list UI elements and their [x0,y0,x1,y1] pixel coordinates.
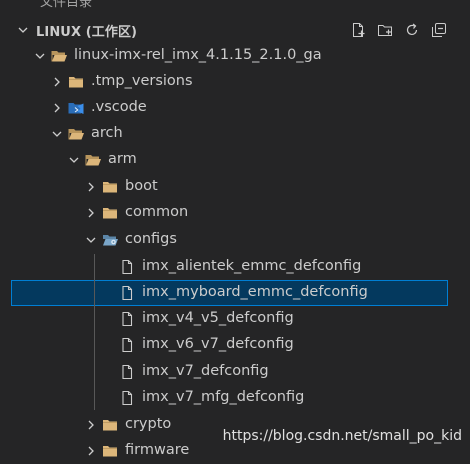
folder-open-icon [67,125,85,143]
chevron-right-icon[interactable] [84,444,98,458]
vscode-folder-icon [67,99,85,117]
folder-icon [67,73,85,91]
chevron-right-icon[interactable] [84,418,98,432]
tree-item-linux-imx-rel-imx-4-1-15-2-1-0-ga[interactable]: linux-imx-rel_imx_4.1.15_2.1.0_ga [0,43,470,69]
tree-item-label: configs [125,231,177,247]
tree-item-label: imx_v4_v5_defconfig [142,310,294,326]
tree-item-boot[interactable]: boot [0,174,470,200]
file-icon [118,363,136,381]
tree-item-arch[interactable]: arch [0,121,470,147]
file-icon [118,389,136,407]
collapse-all-icon[interactable] [430,21,448,39]
chevron-right-icon[interactable] [84,180,98,194]
tree-item-label: linux-imx-rel_imx_4.1.15_2.1.0_ga [74,47,322,63]
tree-item-configs[interactable]: configs [0,227,470,253]
workspace-section-header[interactable]: LINUX (工作区) [0,17,470,43]
tree-item-imx-v6-v7-defconfig[interactable]: imx_v6_v7_defconfig [0,332,470,358]
chevron-right-icon[interactable] [84,206,98,220]
tree-item-label: imx_v7_defconfig [142,363,269,379]
file-icon [118,310,136,328]
chevron-down-icon[interactable] [50,127,64,141]
tree-item-label: firmware [125,442,190,458]
chevron-right-icon[interactable] [50,101,64,115]
chevron-down-icon[interactable] [84,233,98,247]
folder-open-icon [84,151,102,169]
file-icon [118,258,136,276]
indent-guide [94,254,95,410]
folder-open-icon [50,47,68,65]
tree-item-label: imx_v6_v7_defconfig [142,336,294,352]
tree-item-common[interactable]: common [0,200,470,226]
folder-icon [101,204,119,222]
tree-item-label: .tmp_versions [91,73,193,89]
tree-item-imx-alientek-emmc-defconfig[interactable]: imx_alientek_emmc_defconfig [0,254,470,280]
tree-item-imx-v4-v5-defconfig[interactable]: imx_v4_v5_defconfig [0,306,470,332]
tree-item-label: crypto [125,416,172,432]
section-actions [349,21,448,39]
chevron-down-icon[interactable] [16,23,30,37]
file-icon [118,284,136,302]
folder-icon [101,178,119,196]
tree-item-label: arch [91,125,123,141]
chevron-down-icon[interactable] [67,153,81,167]
tree-item-label: .vscode [91,99,147,115]
watermark: https://blog.csdn.net/small_po_kid [222,428,462,444]
new-folder-icon[interactable] [376,21,394,39]
top-partial-text: 文件目录 [40,0,93,10]
explorer-panel: 文件目录 LINUX (工作区) linux-imx-rel_imx_4.1.1… [0,0,470,458]
tree-item-label: imx_alientek_emmc_defconfig [142,258,362,274]
tree-item-label: imx_v7_mfg_defconfig [142,389,305,405]
tree-item-imx-v7-mfg-defconfig[interactable]: imx_v7_mfg_defconfig [0,385,470,411]
workspace-title: LINUX (工作区) [36,25,138,40]
new-file-icon[interactable] [349,21,367,39]
refresh-icon[interactable] [403,21,421,39]
folder-icon [101,416,119,434]
tree-item-tmp-versions[interactable]: .tmp_versions [0,69,470,95]
tree-item-arm[interactable]: arm [0,147,470,173]
chevron-right-icon[interactable] [50,75,64,89]
tree-item-imx-myboard-emmc-defconfig[interactable]: imx_myboard_emmc_defconfig [0,280,470,306]
tree-item-label: imx_myboard_emmc_defconfig [142,284,368,300]
folder-icon [101,442,119,460]
tree-item-vscode[interactable]: .vscode [0,95,470,121]
tree-item-label: arm [108,151,137,167]
chevron-down-icon[interactable] [33,49,47,63]
tree-item-label: common [125,204,189,220]
tree-item-imx-v7-defconfig[interactable]: imx_v7_defconfig [0,359,470,385]
file-icon [118,336,136,354]
config-folder-open-icon [101,231,119,249]
tree-item-label: boot [125,178,158,194]
